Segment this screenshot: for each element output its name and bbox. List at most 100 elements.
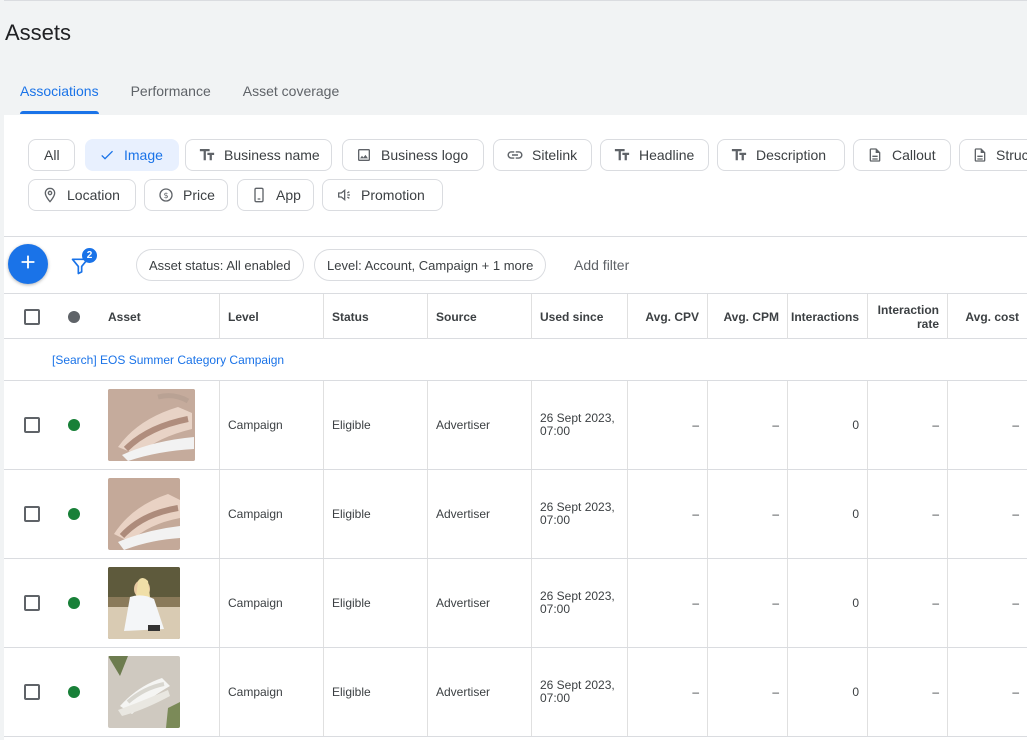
column-header-interaction-rate[interactable]: Interaction rate bbox=[868, 294, 948, 339]
used-since-cell: 26 Sept 2023, 07:00 bbox=[532, 470, 628, 558]
level-cell: Campaign bbox=[220, 470, 324, 558]
status-cell: Eligible bbox=[324, 648, 428, 736]
chip-label: Location bbox=[67, 187, 120, 203]
interaction-rate-cell: – bbox=[868, 559, 948, 647]
chip-promotion[interactable]: Promotion bbox=[322, 179, 443, 211]
asset-thumbnail[interactable] bbox=[108, 656, 180, 728]
chip-label: Image bbox=[124, 147, 163, 163]
text-format-icon bbox=[730, 146, 748, 164]
chip-label: Description bbox=[756, 147, 827, 163]
campaign-link[interactable]: [Search] EOS Summer Category Campaign bbox=[52, 353, 284, 367]
chip-business-name[interactable]: Business name bbox=[185, 139, 332, 171]
interactions-cell: 0 bbox=[788, 648, 868, 736]
chip-description[interactable]: Description bbox=[717, 139, 845, 171]
asset-thumbnail[interactable] bbox=[108, 389, 195, 461]
select-all-checkbox[interactable] bbox=[24, 308, 40, 325]
row-checkbox-cell bbox=[4, 381, 60, 469]
chip-all[interactable]: All bbox=[28, 139, 75, 171]
column-header-interactions[interactable]: Interactions bbox=[788, 294, 868, 339]
row-checkbox[interactable] bbox=[24, 417, 40, 433]
column-header-level[interactable]: Level bbox=[220, 294, 324, 339]
chip-label: Business logo bbox=[381, 147, 469, 163]
avg-cpv-cell: – bbox=[628, 381, 708, 469]
add-filter-button[interactable]: Add filter bbox=[574, 257, 629, 273]
source-cell: Advertiser bbox=[428, 381, 532, 469]
chip-price[interactable]: $ Price bbox=[144, 179, 228, 211]
plus-icon bbox=[17, 251, 39, 278]
filter-chip-label: Level: Account, Campaign + 1 more bbox=[327, 257, 534, 273]
chip-business-logo[interactable]: Business logo bbox=[342, 139, 484, 171]
chip-app[interactable]: App bbox=[237, 179, 314, 211]
chip-location[interactable]: Location bbox=[28, 179, 136, 211]
document-icon bbox=[972, 146, 988, 164]
level-cell: Campaign bbox=[220, 648, 324, 736]
avg-cost-cell: – bbox=[1012, 595, 1019, 610]
used-since-cell: 26 Sept 2023, 07:00 bbox=[532, 381, 628, 469]
location-pin-icon bbox=[41, 186, 59, 204]
status-cell: Eligible bbox=[324, 470, 428, 558]
tab-label: Associations bbox=[20, 83, 99, 99]
asset-thumbnail[interactable] bbox=[108, 567, 180, 639]
chip-headline[interactable]: Headline bbox=[600, 139, 709, 171]
column-header-avg-cpm[interactable]: Avg. CPM bbox=[708, 294, 788, 339]
column-header-asset[interactable]: Asset bbox=[100, 294, 220, 339]
text-format-icon bbox=[613, 146, 631, 164]
tab-asset-coverage[interactable]: Asset coverage bbox=[227, 70, 356, 114]
filter-chip-level[interactable]: Level: Account, Campaign + 1 more bbox=[314, 249, 547, 281]
chip-label: Headline bbox=[639, 147, 695, 163]
filter-chip-asset-status[interactable]: Asset status: All enabled bbox=[136, 249, 304, 281]
asset-thumbnail[interactable] bbox=[108, 478, 180, 550]
interaction-rate-cell: – bbox=[868, 381, 948, 469]
source-cell: Advertiser bbox=[428, 648, 532, 736]
tab-associations[interactable]: Associations bbox=[4, 70, 115, 114]
row-checkbox[interactable] bbox=[24, 595, 40, 611]
price-icon: $ bbox=[157, 186, 175, 204]
interactions-cell: 0 bbox=[788, 559, 868, 647]
table-header-row: Asset Level Status Source Used since Avg… bbox=[4, 293, 1027, 339]
column-header-avg-cost[interactable]: Avg. cost bbox=[948, 294, 1027, 339]
avg-cpm-cell: – bbox=[708, 470, 788, 558]
column-header-status[interactable]: Status bbox=[324, 294, 428, 339]
row-checkbox[interactable] bbox=[24, 506, 40, 522]
check-icon bbox=[98, 146, 116, 164]
row-status-cell bbox=[60, 559, 100, 647]
link-icon bbox=[506, 146, 524, 164]
avg-cpm-cell: – bbox=[708, 648, 788, 736]
interactions-cell: 0 bbox=[788, 470, 868, 558]
document-icon bbox=[866, 146, 884, 164]
text-format-icon bbox=[198, 146, 216, 164]
chip-label: Sitelink bbox=[532, 147, 578, 163]
tab-performance[interactable]: Performance bbox=[115, 70, 227, 114]
chip-sitelink[interactable]: Sitelink bbox=[493, 139, 592, 171]
status-cell: Eligible bbox=[324, 381, 428, 469]
chip-callout[interactable]: Callout bbox=[853, 139, 951, 171]
asset-type-chips: All Image Business name Business logo Si… bbox=[4, 115, 1027, 236]
column-header-avg-cpv[interactable]: Avg. CPV bbox=[628, 294, 708, 339]
chip-image[interactable]: Image bbox=[85, 139, 179, 171]
row-checkbox[interactable] bbox=[24, 684, 40, 700]
add-asset-button[interactable] bbox=[8, 244, 48, 284]
page-title: Assets bbox=[5, 20, 72, 45]
chip-label: App bbox=[276, 187, 301, 203]
avg-cost-cell: – bbox=[1012, 684, 1019, 699]
filter-button[interactable]: 2 bbox=[68, 248, 98, 280]
status-dot bbox=[68, 419, 80, 431]
chip-label: Struc bbox=[996, 147, 1027, 163]
level-cell: Campaign bbox=[220, 381, 324, 469]
row-status-cell bbox=[60, 470, 100, 558]
status-dot-header bbox=[68, 310, 80, 323]
row-checkbox-cell bbox=[4, 470, 60, 558]
used-since-cell: 26 Sept 2023, 07:00 bbox=[532, 559, 628, 647]
campaign-group-row: [Search] EOS Summer Category Campaign bbox=[4, 339, 1027, 381]
image-icon bbox=[355, 146, 373, 164]
column-header-source[interactable]: Source bbox=[428, 294, 532, 339]
column-header-used-since[interactable]: Used since bbox=[532, 294, 628, 339]
level-cell: Campaign bbox=[220, 559, 324, 647]
chips-divider bbox=[4, 236, 1027, 237]
row-checkbox-cell bbox=[4, 559, 60, 647]
interaction-rate-cell: – bbox=[868, 648, 948, 736]
chip-structured-snippet[interactable]: Struc bbox=[959, 139, 1027, 171]
filter-count-badge: 2 bbox=[82, 248, 97, 263]
svg-text:$: $ bbox=[163, 191, 168, 200]
row-checkbox-cell bbox=[4, 648, 60, 736]
